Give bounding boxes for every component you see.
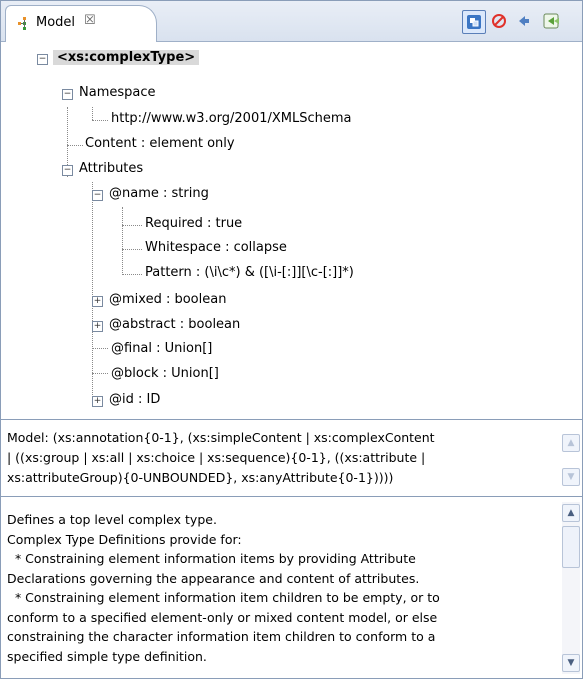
tree-node-block[interactable]: @block : Union[] bbox=[111, 363, 219, 385]
content-model-panel: Model: (xs:annotation{0-1}, (xs:simpleCo… bbox=[1, 419, 582, 497]
tree-node-root[interactable]: <xs:complexType> bbox=[53, 47, 200, 69]
expand-icon[interactable]: + bbox=[92, 396, 103, 407]
collapse-icon[interactable]: − bbox=[37, 54, 48, 65]
collapse-icon[interactable]: − bbox=[62, 165, 73, 176]
tree-node-id[interactable]: @id : ID bbox=[109, 389, 160, 411]
tree-node-name-attr[interactable]: @name : string bbox=[109, 183, 209, 205]
collapse-icon[interactable]: − bbox=[62, 89, 73, 100]
stop-button[interactable] bbox=[488, 10, 510, 32]
tree-node-abstract[interactable]: @abstract : boolean bbox=[109, 314, 240, 336]
tree-connector bbox=[122, 249, 142, 250]
expand-icon[interactable]: + bbox=[92, 321, 103, 332]
tab-model[interactable]: Model ☒ bbox=[5, 5, 157, 42]
sync-button[interactable] bbox=[462, 10, 486, 34]
tree-connector bbox=[92, 120, 108, 121]
model-tree: − <xs:complexType> − Namespace http://ww… bbox=[1, 42, 582, 417]
tree-connector bbox=[67, 145, 83, 146]
scroll-up-icon[interactable]: ▲ bbox=[562, 504, 580, 522]
tree-node-required[interactable]: Required : true bbox=[145, 213, 242, 235]
tree-connector bbox=[92, 182, 93, 397]
tree-connector bbox=[122, 274, 142, 275]
stop-icon bbox=[492, 14, 506, 28]
tree-node-pattern[interactable]: Pattern : (\i\c*) & ([\i-[:]][\c-[:]]*) bbox=[145, 262, 354, 284]
tree-node-namespace[interactable]: Namespace bbox=[79, 82, 156, 104]
tree-connector bbox=[92, 107, 93, 120]
tree-connector bbox=[122, 225, 142, 226]
model-view: Model ☒ − <xs:complexType> − Namespace h… bbox=[0, 0, 583, 679]
tree-node-content[interactable]: Content : element only bbox=[85, 133, 235, 155]
tree-connector bbox=[92, 348, 108, 349]
goto-definition-button[interactable] bbox=[541, 10, 563, 32]
scroll-down-icon[interactable]: ▼ bbox=[562, 468, 580, 486]
documentation-panel: Defines a top level complex type. Comple… bbox=[1, 498, 582, 678]
documentation-text: Defines a top level complex type. Comple… bbox=[7, 512, 440, 664]
tree-node-mixed[interactable]: @mixed : boolean bbox=[109, 289, 226, 311]
expand-icon[interactable]: + bbox=[92, 296, 103, 307]
view-tab-bar: Model ☒ bbox=[1, 1, 582, 42]
model-scrollbar[interactable]: ▲ ▼ bbox=[562, 430, 580, 490]
tree-node-attributes[interactable]: Attributes bbox=[79, 158, 143, 180]
sync-icon bbox=[467, 15, 481, 29]
tree-connector bbox=[122, 207, 123, 275]
back-button[interactable] bbox=[513, 10, 535, 32]
close-icon[interactable]: ☒ bbox=[84, 13, 96, 28]
tree-node-namespace-value[interactable]: http://www.w3.org/2001/XMLSchema bbox=[111, 108, 352, 130]
documentation-scrollbar[interactable]: ▲ ▼ bbox=[562, 502, 580, 674]
model-icon bbox=[18, 17, 26, 30]
goto-definition-icon bbox=[543, 13, 559, 29]
tree-node-whitespace[interactable]: Whitespace : collapse bbox=[145, 237, 287, 259]
back-arrow-icon bbox=[519, 16, 529, 26]
scroll-thumb[interactable] bbox=[562, 526, 580, 568]
content-model-text: Model: (xs:annotation{0-1}, (xs:simpleCo… bbox=[7, 430, 435, 485]
scroll-down-icon[interactable]: ▼ bbox=[562, 654, 580, 672]
tree-connector bbox=[92, 373, 108, 374]
scroll-up-icon[interactable]: ▲ bbox=[562, 434, 580, 452]
tab-label: Model bbox=[36, 15, 76, 30]
tree-node-final[interactable]: @final : Union[] bbox=[111, 338, 212, 360]
collapse-icon[interactable]: − bbox=[92, 190, 103, 201]
